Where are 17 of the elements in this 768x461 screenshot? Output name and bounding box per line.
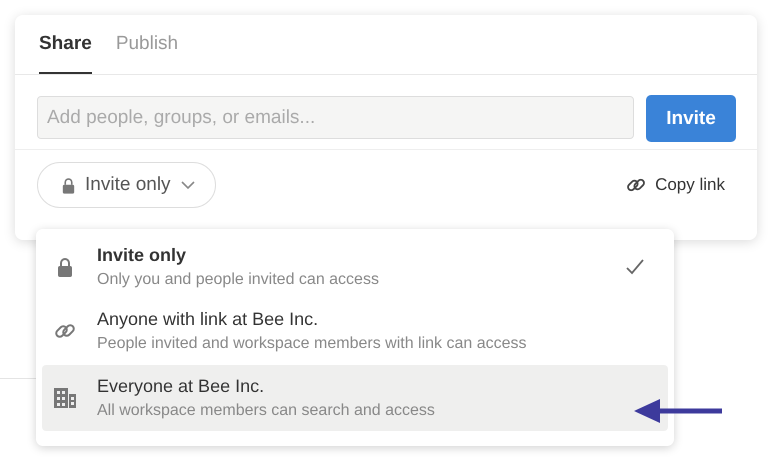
tab[interactable]: Share <box>39 28 92 74</box>
invite-button[interactable]: Invite <box>646 95 736 142</box>
access-dropdown[interactable]: Invite only <box>37 162 216 208</box>
invite-input-field[interactable]: Add people, groups, or emails... <box>37 96 634 139</box>
lock-icon <box>62 176 75 194</box>
copy-link-button[interactable]: Copy link <box>626 175 725 195</box>
option-description: People invited and workspace members with link can access <box>97 335 528 353</box>
option-description: Only you and people invited can access <box>97 271 380 289</box>
access-option[interactable]: Anyone with link at Bee Inc. People invited and workspace members with link can access <box>42 301 668 361</box>
option-description: All workspace members can search and access <box>97 402 436 420</box>
access-option[interactable]: Everyone at Bee Inc. All workspace members can search and access <box>42 365 668 431</box>
option-title: Invite only <box>97 245 188 266</box>
access-option[interactable]: Invite only Only you and people invited can access <box>42 237 668 297</box>
option-title: Everyone at Bee Inc. <box>97 376 266 397</box>
option-title: Anyone with link at Bee Inc. <box>97 309 320 330</box>
building-icon <box>53 387 77 409</box>
caret-icon <box>180 180 195 190</box>
